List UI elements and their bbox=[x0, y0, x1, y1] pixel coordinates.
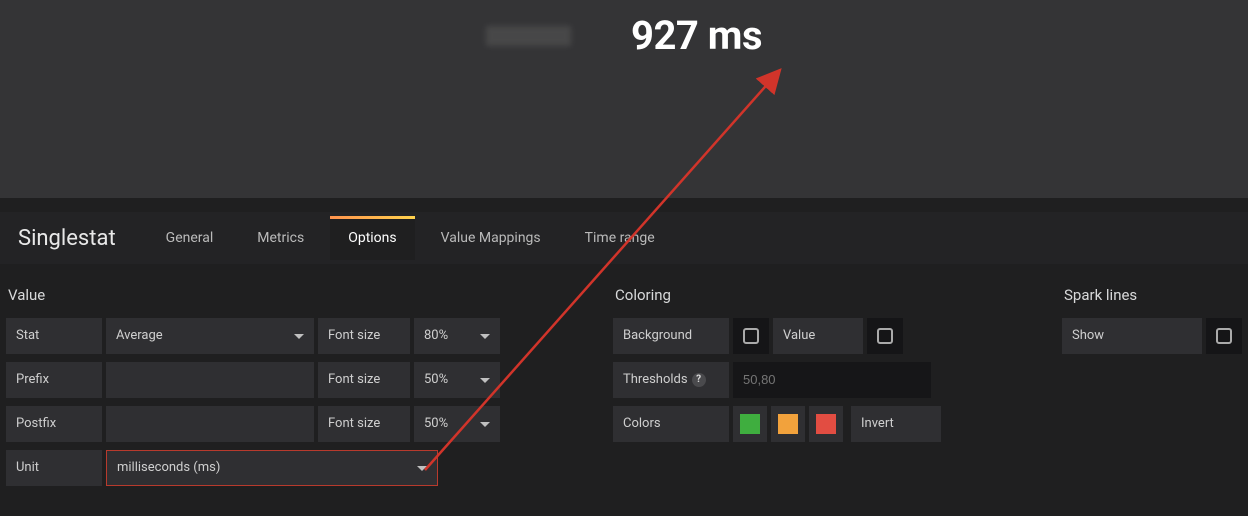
invert-button[interactable]: Invert bbox=[851, 406, 941, 442]
color-swatch-1[interactable] bbox=[733, 406, 767, 442]
section-value: Value Stat Average Font size 80% Prefix … bbox=[6, 286, 559, 516]
tab-metrics[interactable]: Metrics bbox=[239, 216, 322, 260]
chevron-down-icon bbox=[480, 378, 490, 383]
select-stat[interactable]: Average bbox=[106, 318, 314, 354]
color-swatch-3[interactable] bbox=[809, 406, 843, 442]
tab-value-mappings[interactable]: Value Mappings bbox=[423, 216, 559, 260]
select-unit-value: milliseconds (ms) bbox=[117, 450, 220, 486]
label-unit: Unit bbox=[6, 450, 102, 486]
checkbox-sparklines-show[interactable] bbox=[1206, 318, 1242, 354]
select-unit[interactable]: milliseconds (ms) bbox=[106, 450, 438, 486]
select-stat-value: Average bbox=[116, 318, 163, 354]
input-postfix[interactable] bbox=[106, 406, 314, 442]
panel-type-title: Singlestat bbox=[18, 226, 116, 251]
section-coloring-title: Coloring bbox=[615, 286, 1008, 304]
label-font-size-postfix: Font size bbox=[318, 406, 410, 442]
select-font-size-postfix-value: 50% bbox=[424, 406, 448, 442]
chevron-down-icon bbox=[417, 466, 427, 471]
label-prefix: Prefix bbox=[6, 362, 102, 398]
select-font-size-stat-value: 80% bbox=[424, 318, 448, 354]
chevron-down-icon bbox=[294, 334, 304, 339]
row-thresholds: Thresholds ? bbox=[613, 362, 1008, 398]
label-colors: Colors bbox=[613, 406, 729, 442]
row-sparklines-show: Show bbox=[1062, 318, 1242, 354]
label-value-color: Value bbox=[773, 318, 863, 354]
tab-options[interactable]: Options bbox=[330, 216, 414, 260]
label-font-size-stat: Font size bbox=[318, 318, 410, 354]
row-postfix: Postfix Font size 50% bbox=[6, 406, 559, 442]
color-green bbox=[740, 414, 760, 434]
select-font-size-prefix-value: 50% bbox=[424, 362, 448, 398]
color-swatch-2[interactable] bbox=[771, 406, 805, 442]
section-coloring: Coloring Background Value Thresholds ? C… bbox=[613, 286, 1008, 516]
stat-value-display: 927 ms bbox=[631, 12, 762, 59]
section-sparklines: Spark lines Show bbox=[1062, 286, 1242, 516]
input-prefix[interactable] bbox=[106, 362, 314, 398]
checkbox-background[interactable] bbox=[733, 318, 769, 354]
tab-general[interactable]: General bbox=[148, 216, 232, 260]
section-value-title: Value bbox=[8, 286, 559, 304]
label-stat: Stat bbox=[6, 318, 102, 354]
label-thresholds-text: Thresholds bbox=[623, 362, 688, 398]
chevron-down-icon bbox=[480, 334, 490, 339]
select-font-size-prefix[interactable]: 50% bbox=[414, 362, 500, 398]
color-red bbox=[816, 414, 836, 434]
section-sparklines-title: Spark lines bbox=[1064, 286, 1242, 304]
editor-header: Singlestat General Metrics Options Value… bbox=[0, 212, 1248, 264]
tab-time-range[interactable]: Time range bbox=[567, 216, 673, 260]
row-colors: Colors Invert bbox=[613, 406, 1008, 442]
row-stat: Stat Average Font size 80% bbox=[6, 318, 559, 354]
label-background: Background bbox=[613, 318, 729, 354]
checkbox-value-color[interactable] bbox=[867, 318, 903, 354]
input-thresholds[interactable] bbox=[733, 362, 931, 398]
options-body: Value Stat Average Font size 80% Prefix … bbox=[0, 286, 1248, 516]
row-prefix: Prefix Font size 50% bbox=[6, 362, 559, 398]
help-icon[interactable]: ? bbox=[692, 373, 706, 387]
row-unit: Unit milliseconds (ms) bbox=[6, 450, 559, 486]
select-font-size-postfix[interactable]: 50% bbox=[414, 406, 500, 442]
label-font-size-prefix: Font size bbox=[318, 362, 410, 398]
panel-title-placeholder bbox=[486, 26, 571, 46]
select-font-size-stat[interactable]: 80% bbox=[414, 318, 500, 354]
label-sparklines-show: Show bbox=[1062, 318, 1202, 354]
row-coloring-toggles: Background Value bbox=[613, 318, 1008, 354]
chevron-down-icon bbox=[480, 422, 490, 427]
singlestat-preview-panel: 927 ms bbox=[0, 0, 1248, 198]
label-thresholds: Thresholds ? bbox=[613, 362, 729, 398]
label-postfix: Postfix bbox=[6, 406, 102, 442]
color-orange bbox=[778, 414, 798, 434]
